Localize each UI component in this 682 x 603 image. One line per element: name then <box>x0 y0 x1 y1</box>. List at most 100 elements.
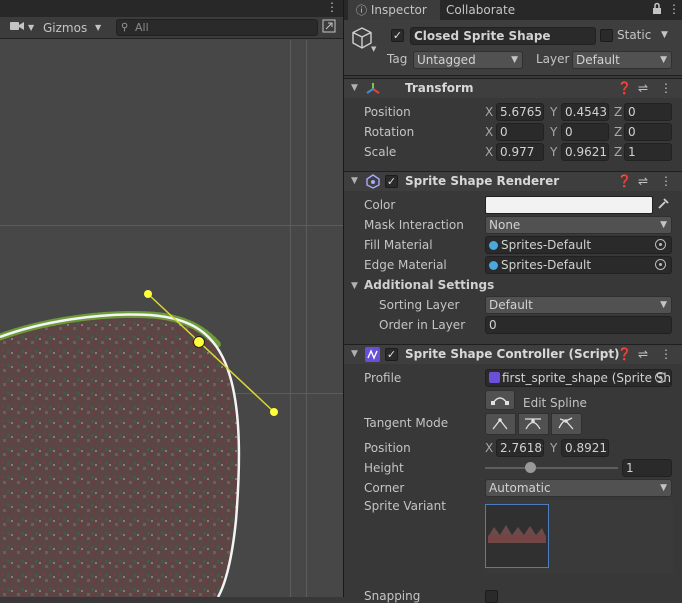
icon-dropdown-icon[interactable]: ▼ <box>371 45 376 53</box>
object-name-field[interactable]: Closed Sprite Shape <box>410 27 596 45</box>
more-options-icon[interactable]: ⋮ <box>668 2 680 16</box>
object-picker-icon[interactable] <box>655 372 666 383</box>
order-in-layer-field[interactable]: 0 <box>485 316 672 334</box>
inspector-panel: ⓘ Inspector Collaborate ⋮ ▼ ✓ Closed Spr… <box>343 0 682 603</box>
gizmos-button[interactable]: Gizmos <box>43 19 87 37</box>
sorting-layer-value: Default <box>489 298 533 312</box>
foldout-arrow-icon[interactable]: ▼ <box>351 83 358 93</box>
more-options-icon[interactable]: ⋮ <box>660 174 672 188</box>
info-icon: ⓘ <box>356 4 367 17</box>
height-field[interactable]: 1 <box>622 459 672 477</box>
help-icon[interactable]: ❓ <box>617 81 632 95</box>
linear-tangent-icon <box>492 418 508 430</box>
rotation-x-field[interactable]: 0 <box>496 123 544 141</box>
static-checkbox[interactable] <box>600 29 613 42</box>
position-y-field[interactable]: 0.4543 <box>561 103 609 121</box>
tab-collaborate[interactable]: Collaborate <box>440 0 521 20</box>
tag-dropdown[interactable]: Untagged ▼ <box>413 51 523 69</box>
profile-field[interactable]: first_sprite_shape (Sprite Sh <box>485 369 672 387</box>
camera-dropdown-icon[interactable]: ▼ <box>28 19 34 37</box>
mask-interaction-value: None <box>489 218 521 232</box>
color-label: Color <box>364 198 396 212</box>
corner-value: Automatic <box>489 481 551 495</box>
renderer-title: Sprite Shape Renderer <box>405 174 560 188</box>
scene-search-input[interactable]: ⚲ All <box>116 19 318 36</box>
object-active-checkbox[interactable]: ✓ <box>391 29 404 42</box>
material-icon <box>489 241 498 250</box>
edit-spline-button[interactable] <box>485 390 515 410</box>
scale-y-field[interactable]: 0.9621 <box>561 143 609 161</box>
more-options-icon[interactable]: ⋮ <box>326 0 338 14</box>
transform-title: Transform <box>405 81 474 95</box>
more-options-icon[interactable]: ⋮ <box>660 81 672 95</box>
height-slider[interactable] <box>485 459 618 477</box>
preset-icon[interactable]: ⇌ <box>638 174 648 188</box>
edge-material-field[interactable]: Sprites-Default <box>485 256 672 274</box>
help-icon[interactable]: ❓ <box>617 174 632 188</box>
preset-icon[interactable]: ⇌ <box>638 81 648 95</box>
spline-point-selected[interactable] <box>193 336 205 348</box>
fill-material-value: Sprites-Default <box>501 238 592 252</box>
sprite-variant-thumbnail[interactable] <box>485 504 549 568</box>
chevron-down-icon: ▼ <box>660 300 667 310</box>
mask-interaction-dropdown[interactable]: None ▼ <box>485 216 672 234</box>
scale-x-field[interactable]: 0.977 <box>496 143 544 161</box>
foldout-arrow-icon[interactable]: ▼ <box>351 281 358 291</box>
fill-material-field[interactable]: Sprites-Default <box>485 236 672 254</box>
tangent-mode-broken-button[interactable] <box>551 413 582 435</box>
tangent-mode-linear-button[interactable] <box>485 413 516 435</box>
edge-material-label: Edge Material <box>364 258 447 272</box>
corner-dropdown[interactable]: Automatic ▼ <box>485 479 672 497</box>
lock-icon[interactable] <box>652 2 662 18</box>
search-icon: ⚲ <box>121 22 129 33</box>
scale-z-field[interactable]: 1 <box>624 143 672 161</box>
more-options-icon[interactable]: ⋮ <box>660 347 672 361</box>
sprite-shape-renderer-header[interactable]: ▼ ✓ Sprite Shape Renderer ❓ ⇌ ⋮ <box>344 171 682 191</box>
scene-canvas[interactable] <box>0 40 343 597</box>
eyedropper-icon[interactable] <box>657 197 670 213</box>
height-label: Height <box>364 461 404 475</box>
rotation-y-field[interactable]: 0 <box>561 123 609 141</box>
foldout-arrow-icon[interactable]: ▼ <box>351 349 358 359</box>
point-position-x-field[interactable]: 2.76189 <box>496 439 544 457</box>
additional-settings-label[interactable]: Additional Settings <box>364 278 494 292</box>
gizmos-dropdown-icon[interactable]: ▼ <box>95 19 101 37</box>
broken-tangent-icon <box>558 417 574 430</box>
axis-x-label: X <box>485 105 494 119</box>
tag-value: Untagged <box>417 53 476 67</box>
tangent-mode-label: Tangent Mode <box>364 416 449 430</box>
help-icon[interactable]: ❓ <box>617 347 632 361</box>
position-x-field[interactable]: 5.6765 <box>496 103 544 121</box>
tangent-handle-left[interactable] <box>144 290 152 298</box>
sprite-variant-label: Sprite Variant <box>364 499 446 513</box>
tab-inspector[interactable]: ⓘ Inspector <box>348 0 440 20</box>
axis-x-label: X <box>485 145 494 159</box>
point-position-label: Position <box>364 441 411 455</box>
sprite-shape-controller-header[interactable]: ▼ ✓ Sprite Shape Controller (Script) ❓ ⇌… <box>344 344 682 364</box>
static-dropdown-icon[interactable]: ▼ <box>661 30 668 40</box>
layer-dropdown[interactable]: Default ▼ <box>572 51 672 69</box>
point-position-y-field[interactable]: 0.89215 <box>561 439 609 457</box>
height-slider-thumb[interactable] <box>525 462 537 473</box>
position-z-field[interactable]: 0 <box>624 103 672 121</box>
tangent-handle-right[interactable] <box>270 408 278 416</box>
scene-visibility-icon[interactable] <box>322 19 336 37</box>
sorting-layer-dropdown[interactable]: Default ▼ <box>485 296 672 314</box>
rotation-z-field[interactable]: 0 <box>624 123 672 141</box>
tangent-mode-continuous-button[interactable] <box>518 413 549 435</box>
preset-icon[interactable]: ⇌ <box>638 347 648 361</box>
object-picker-icon[interactable] <box>655 239 666 250</box>
axis-x-label: X <box>485 125 494 139</box>
renderer-enabled-checkbox[interactable]: ✓ <box>385 175 398 188</box>
foldout-arrow-icon[interactable]: ▼ <box>351 176 358 186</box>
color-field[interactable] <box>485 196 653 214</box>
transform-header[interactable]: ▼ Transform ❓ ⇌ ⋮ <box>344 78 682 98</box>
spline-edit-icon <box>491 397 509 405</box>
controller-enabled-checkbox[interactable]: ✓ <box>385 348 398 361</box>
scale-label: Scale <box>364 145 397 159</box>
object-picker-icon[interactable] <box>655 259 666 270</box>
scene-view[interactable]: ⋮ ▼ Gizmos ▼ ⚲ All <box>0 0 343 597</box>
sprite-variant-area: 0 <box>485 500 673 574</box>
camera-icon[interactable] <box>10 19 24 37</box>
script-icon <box>365 347 380 365</box>
